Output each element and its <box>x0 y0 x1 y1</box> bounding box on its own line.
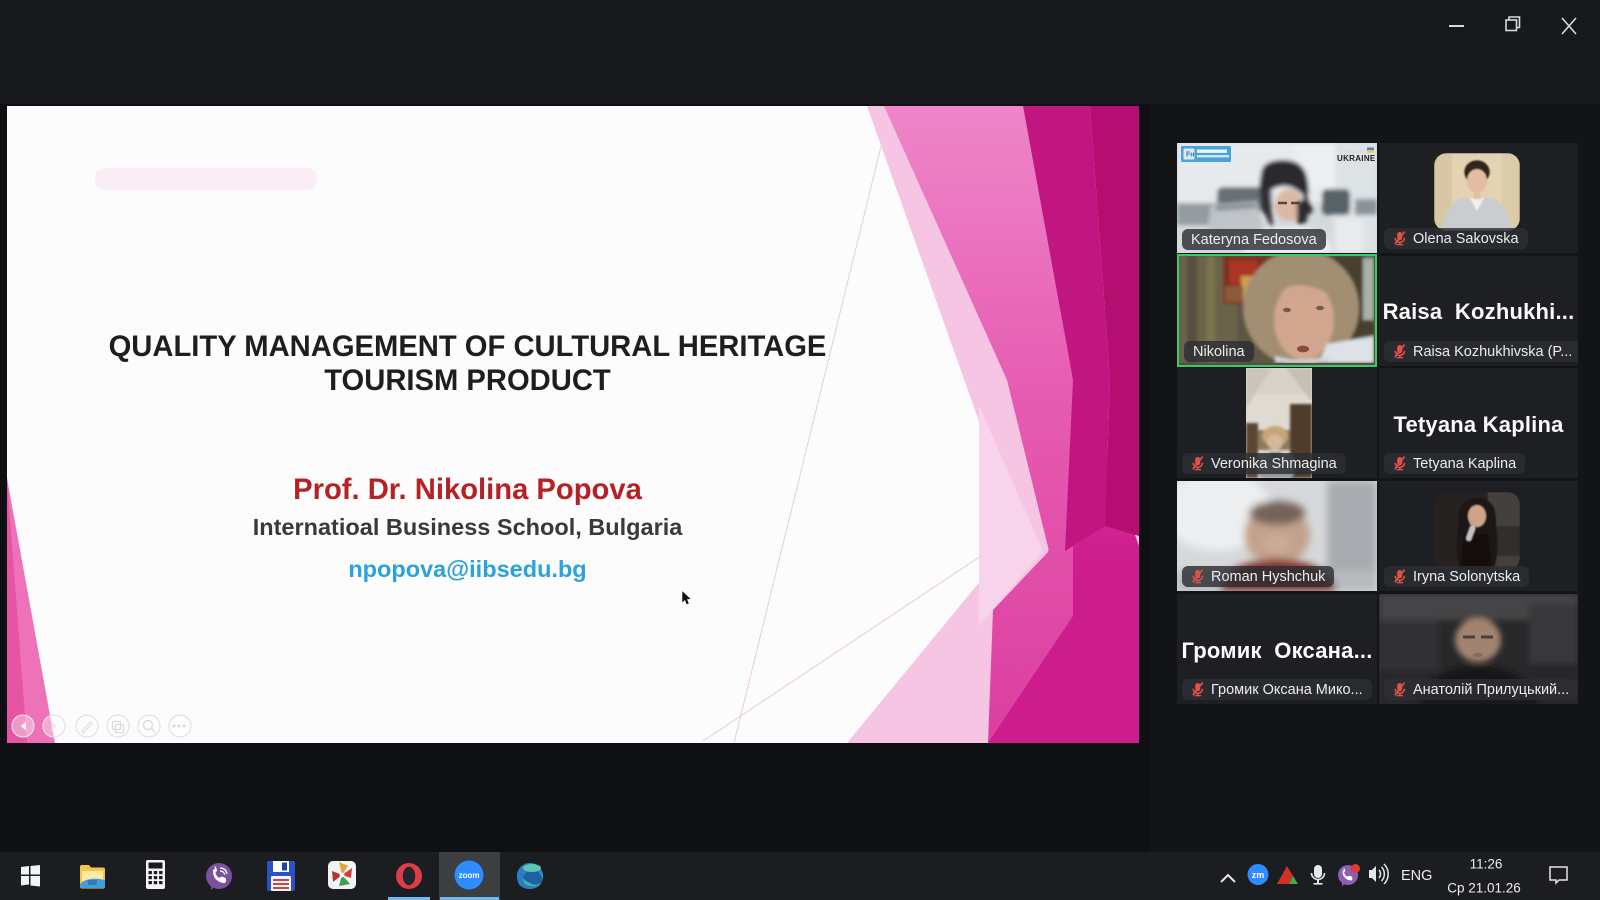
svg-text:zm: zm <box>1252 870 1265 880</box>
svg-text:ENG: ENG <box>1401 868 1432 884</box>
svg-text:Ср 21.01.26: Ср 21.01.26 <box>1447 881 1521 896</box>
svg-text:11:26: 11:26 <box>1470 857 1503 872</box>
svg-text:UKRAINE: UKRAINE <box>1337 154 1376 163</box>
svg-text:Fн: Fн <box>1186 152 1195 159</box>
svg-text:zoom: zoom <box>459 871 480 880</box>
